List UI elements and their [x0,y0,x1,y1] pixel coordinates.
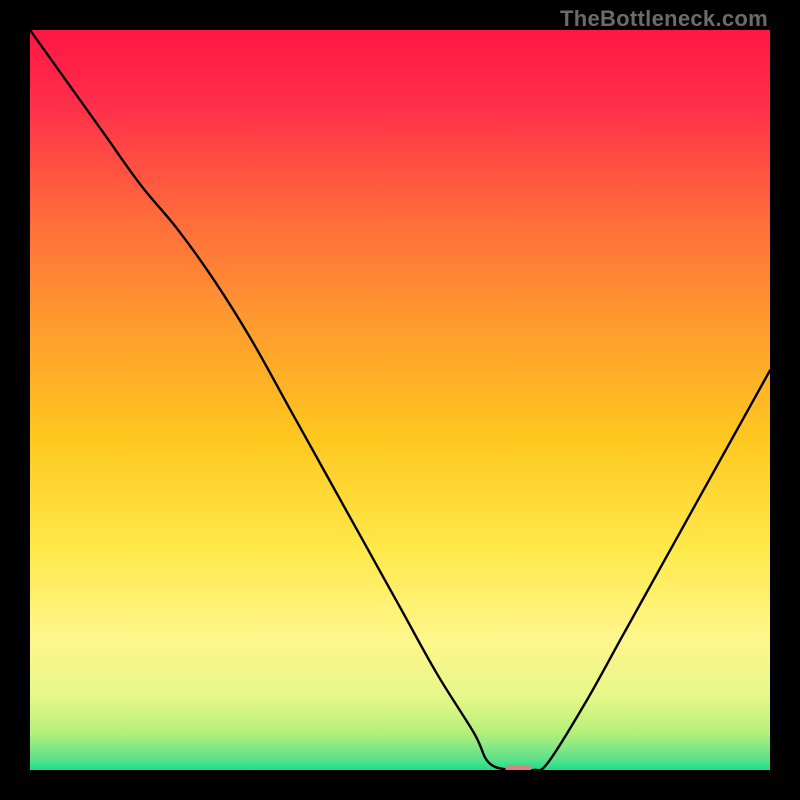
plot-area [30,30,770,770]
chart-container: TheBottleneck.com [0,0,800,800]
bottleneck-chart [30,30,770,770]
watermark-text: TheBottleneck.com [560,6,768,32]
gradient-background [30,30,770,770]
optimal-marker [505,765,531,770]
